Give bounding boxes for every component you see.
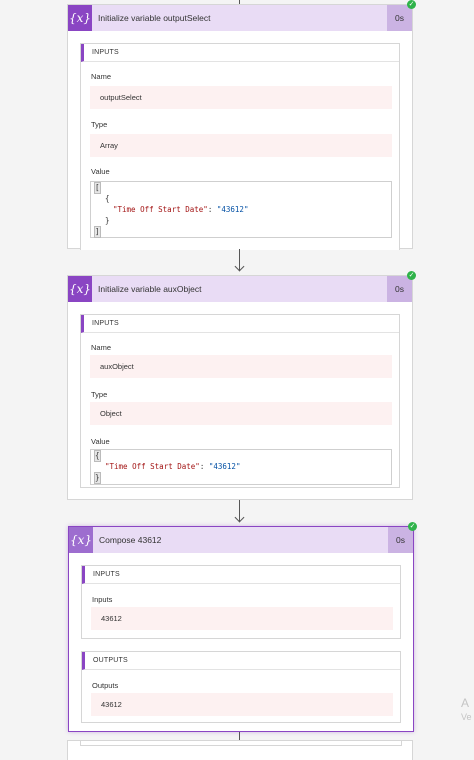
success-check-icon: ✓ [407,271,416,280]
code-brace-close: } [94,472,101,484]
success-check-icon: ✓ [408,522,417,531]
inputs-section: INPUTS Name auxObject Type Object Value … [80,314,400,488]
value-code-box: [ { "Time Off Start Date": "43612" } ] [90,181,392,238]
success-check-icon: ✓ [407,0,416,9]
outputs-value: 43612 [91,693,393,716]
code-brace-close: } [105,216,110,225]
card-header[interactable]: {x} Initialize variable auxObject 0s [68,276,412,302]
card-header[interactable]: {x} Compose 43612 0s [69,527,413,553]
card-title: Compose 43612 [99,535,162,545]
code-brace-open: { [94,450,101,462]
code-brace-open: { [105,194,110,203]
code-line: "Time Off Start Date": "43612" [113,205,248,215]
action-card-compose[interactable]: {x} Compose 43612 0s INPUTS Inputs 43612… [68,526,414,732]
duration-badge: 0s [388,527,413,553]
value-code-box: { "Time Off Start Date": "43612" } [90,449,392,485]
code-bracket-close: ] [94,226,101,238]
duration-badge: 0s [387,276,412,302]
code-key: "Time Off Start Date" [113,205,208,214]
watermark-text: Ve [461,712,472,722]
code-line: "Time Off Start Date": "43612" [105,462,240,472]
inputs-heading: INPUTS [81,315,399,333]
duration-badge: 0s [387,5,412,31]
card-title: Initialize variable outputSelect [98,13,211,23]
code-bracket-open: [ [94,182,101,194]
connector-line [239,732,240,740]
inputs-section: INPUTS Name outputSelect Type Array Valu… [80,43,400,250]
watermark-text: A [461,696,470,710]
code-key: "Time Off Start Date" [105,462,200,471]
inputs-section: INPUTS Inputs 43612 [81,565,401,639]
card-header[interactable]: {x} Initialize variable outputSelect 0s [68,5,412,31]
name-value: auxObject [90,355,392,378]
type-value: Array [90,134,392,157]
code-value: "43612" [208,462,241,471]
action-card-initialize-auxobject[interactable]: {x} Initialize variable auxObject 0s INP… [67,275,413,500]
variable-icon: {x} [68,5,92,31]
value-label: Value [91,167,110,176]
card-inner-border [80,741,402,746]
name-label: Name [91,72,112,81]
code-sep: : [207,205,217,214]
chevron-down-icon [234,261,245,272]
inputs-value: 43612 [91,607,393,630]
outputs-field-label: Outputs [92,681,119,690]
compose-icon: {x} [69,527,93,553]
inputs-heading: INPUTS [82,566,400,584]
outputs-heading: OUTPUTS [82,652,400,670]
card-title: Initialize variable auxObject [98,284,202,294]
name-label: Name [91,343,112,352]
inputs-field-label: Inputs [92,595,113,604]
variable-icon: {x} [68,276,92,302]
outputs-section: OUTPUTS Outputs 43612 [81,651,401,723]
action-card-initialize-outputselect[interactable]: {x} Initialize variable outputSelect 0s … [67,4,413,250]
type-value: Object [90,402,392,425]
name-value: outputSelect [90,86,392,109]
value-label: Value [91,437,110,446]
next-action-card-stub[interactable] [67,740,413,760]
type-label: Type [91,390,108,399]
code-sep: : [199,462,209,471]
chevron-down-icon [234,512,245,523]
code-value: "43612" [216,205,249,214]
type-label: Type [91,120,108,129]
inputs-heading: INPUTS [81,44,399,62]
